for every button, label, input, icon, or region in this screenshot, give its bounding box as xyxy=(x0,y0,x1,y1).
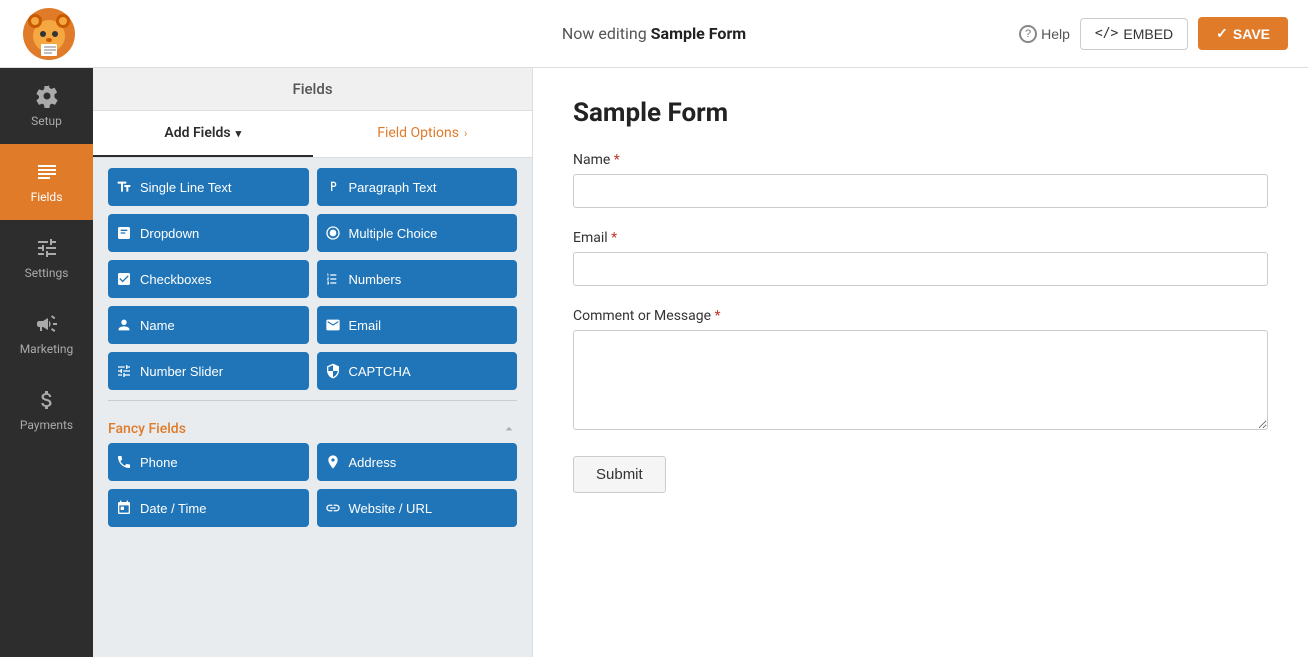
standard-fields-grid: Single Line Text Paragraph Text Dropdown… xyxy=(108,168,517,390)
required-indicator: * xyxy=(610,152,620,168)
form-input-name[interactable] xyxy=(573,174,1268,208)
field-btn-name[interactable]: Name xyxy=(108,306,309,344)
field-btn-paragraph-text[interactable]: Paragraph Text xyxy=(317,168,518,206)
fields-panel-header: Fields xyxy=(93,68,532,111)
logo xyxy=(20,5,78,63)
form-field-name: Name * xyxy=(573,152,1268,208)
hash-icon xyxy=(325,271,341,287)
field-btn-website-url[interactable]: Website / URL xyxy=(317,489,518,527)
form-field-comment: Comment or Message * xyxy=(573,308,1268,434)
field-btn-phone[interactable]: Phone xyxy=(108,443,309,481)
fancy-fields-grid: Phone Address Date / Time Website / URL xyxy=(108,443,517,527)
field-btn-checkboxes[interactable]: Checkboxes xyxy=(108,260,309,298)
field-btn-address[interactable]: Address xyxy=(317,443,518,481)
topbar-actions: ? Help </> EMBED ✓ SAVE xyxy=(1019,17,1288,50)
checkbox-icon xyxy=(116,271,132,287)
sidebar-item-fields[interactable]: Fields xyxy=(0,144,93,220)
help-icon: ? xyxy=(1019,25,1037,43)
radio-icon xyxy=(325,225,341,241)
field-btn-single-line-text[interactable]: Single Line Text xyxy=(108,168,309,206)
fields-icon xyxy=(35,160,59,184)
form-title: Sample Form xyxy=(573,98,1268,128)
phone-icon xyxy=(116,454,132,470)
required-indicator-comment: * xyxy=(711,308,721,324)
required-indicator-email: * xyxy=(608,230,618,246)
editing-title: Now editing Sample Form xyxy=(562,24,746,43)
megaphone-icon xyxy=(35,312,59,336)
tab-field-options[interactable]: Field Options › xyxy=(313,111,533,157)
sidebar-item-payments[interactable]: Payments xyxy=(0,372,93,448)
sidebar-nav: Setup Fields Settings Marketing Payments xyxy=(0,68,93,657)
fancy-fields-section-header[interactable]: Fancy Fields xyxy=(108,411,517,443)
section-divider xyxy=(108,400,517,401)
logo-icon xyxy=(23,8,75,60)
save-button[interactable]: ✓ SAVE xyxy=(1198,17,1288,50)
form-input-comment[interactable] xyxy=(573,330,1268,430)
sidebar-item-fields-label: Fields xyxy=(31,190,63,204)
form-field-email: Email * xyxy=(573,230,1268,286)
calendar-icon xyxy=(116,500,132,516)
chevron-up-icon xyxy=(501,421,517,437)
form-label-email: Email * xyxy=(573,230,1268,246)
text-icon xyxy=(116,179,132,195)
envelope-icon xyxy=(325,317,341,333)
main-content: Setup Fields Settings Marketing Payments… xyxy=(0,68,1308,657)
chevron-right-icon: › xyxy=(464,127,467,140)
sidebar-item-settings[interactable]: Settings xyxy=(0,220,93,296)
sidebar-item-marketing-label: Marketing xyxy=(20,342,74,356)
dollar-icon xyxy=(35,388,59,412)
location-icon xyxy=(325,454,341,470)
field-btn-date-time[interactable]: Date / Time xyxy=(108,489,309,527)
form-label-name: Name * xyxy=(573,152,1268,168)
form-label-comment: Comment or Message * xyxy=(573,308,1268,324)
gear-icon xyxy=(35,84,59,108)
fields-tabs: Add Fields ▾ Field Options › xyxy=(93,111,532,158)
sidebar-item-payments-label: Payments xyxy=(20,418,73,432)
sidebar-item-setup[interactable]: Setup xyxy=(0,68,93,144)
fields-content: Single Line Text Paragraph Text Dropdown… xyxy=(93,158,532,657)
checkmark-icon: ✓ xyxy=(1216,25,1228,42)
shield-icon xyxy=(325,363,341,379)
sidebar-item-setup-label: Setup xyxy=(31,114,62,128)
field-btn-numbers[interactable]: Numbers xyxy=(317,260,518,298)
sliders-icon xyxy=(35,236,59,260)
field-btn-dropdown[interactable]: Dropdown xyxy=(108,214,309,252)
embed-button[interactable]: </> EMBED xyxy=(1080,18,1188,50)
topbar: Now editing Sample Form ? Help </> EMBED… xyxy=(0,0,1308,68)
embed-icon: </> xyxy=(1095,26,1118,41)
tab-add-fields[interactable]: Add Fields ▾ xyxy=(93,111,313,157)
dropdown-icon xyxy=(116,225,132,241)
sidebar-item-settings-label: Settings xyxy=(25,266,69,280)
help-button[interactable]: ? Help xyxy=(1019,25,1070,43)
form-preview: Sample Form Name * Email * Comment or Me… xyxy=(533,68,1308,657)
paragraph-icon xyxy=(325,179,341,195)
field-btn-number-slider[interactable]: Number Slider xyxy=(108,352,309,390)
form-submit-button[interactable]: Submit xyxy=(573,456,666,493)
field-btn-multiple-choice[interactable]: Multiple Choice xyxy=(317,214,518,252)
link-icon xyxy=(325,500,341,516)
field-btn-captcha[interactable]: CAPTCHA xyxy=(317,352,518,390)
slider-icon xyxy=(116,363,132,379)
person-icon xyxy=(116,317,132,333)
form-input-email[interactable] xyxy=(573,252,1268,286)
fields-panel: Fields Add Fields ▾ Field Options › Sing… xyxy=(93,68,533,657)
field-btn-email[interactable]: Email xyxy=(317,306,518,344)
sidebar-item-marketing[interactable]: Marketing xyxy=(0,296,93,372)
chevron-down-icon: ▾ xyxy=(236,127,242,140)
